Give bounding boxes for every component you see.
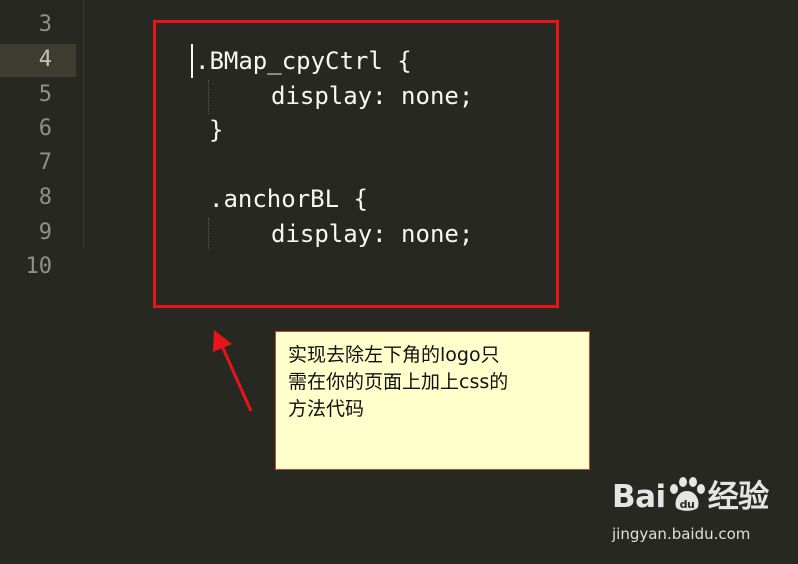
note-line: 方法代码: [288, 398, 365, 420]
note-line: 实现去除左下角的logo只: [288, 344, 500, 366]
baidu-jingyan-watermark: Bai du 经验 jingyan.baidu.com: [612, 475, 792, 550]
watermark-logo: Bai du 经验: [612, 475, 769, 519]
annotation-note: 实现去除左下角的logo只 需在你的页面上加上css的 方法代码: [275, 331, 590, 470]
svg-text:du: du: [679, 498, 694, 511]
watermark-brand-text: 经验: [707, 479, 770, 515]
watermark-brand-text: Bai: [612, 479, 666, 515]
watermark-url: jingyan.baidu.com: [612, 525, 751, 543]
paw-icon: du: [669, 477, 705, 511]
note-line: 需在你的页面上加上css的: [288, 371, 509, 393]
